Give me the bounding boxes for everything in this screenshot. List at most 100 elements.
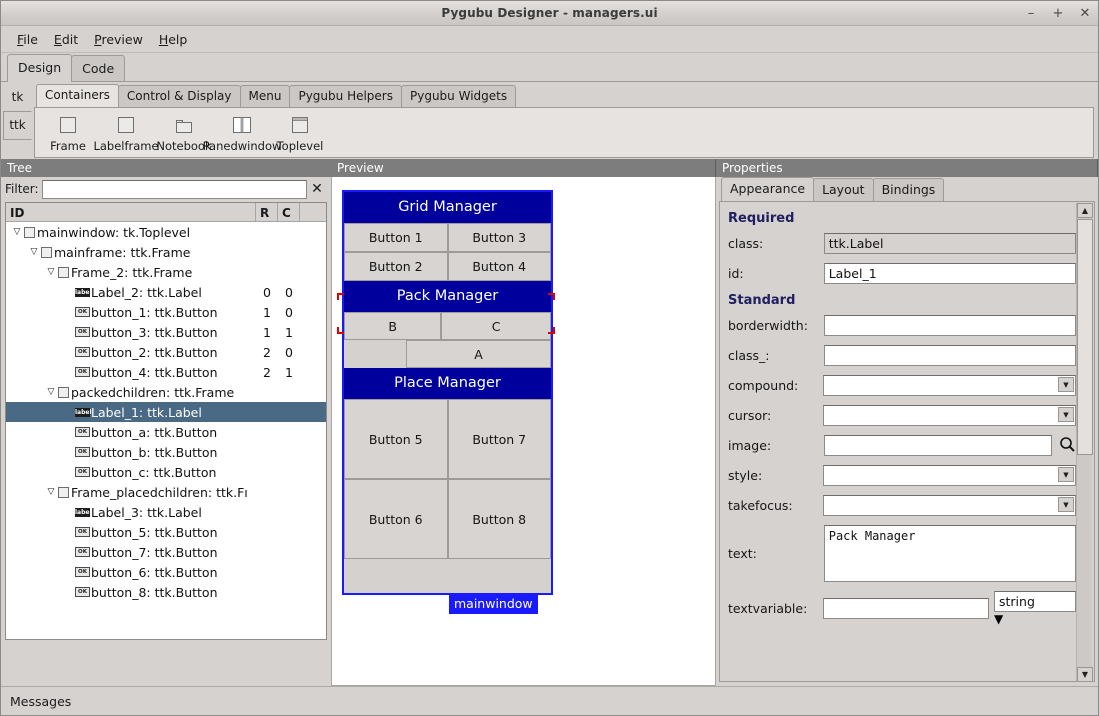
palette-tab-pygubu-widgets[interactable]: Pygubu Widgets — [401, 85, 517, 107]
tree-row[interactable]: OK button_1: ttk.Button 1 0 — [6, 302, 326, 322]
scrollbar-thumb[interactable] — [1077, 219, 1093, 455]
preview-button-1[interactable]: Button 1 — [344, 223, 448, 252]
property-input-textvariable[interactable] — [823, 598, 989, 619]
tab-appearance[interactable]: Appearance — [721, 177, 815, 201]
preview-pack-manager-label[interactable]: Pack Manager — [344, 281, 551, 312]
palette-tab-menu[interactable]: Menu — [239, 85, 291, 107]
properties-pane: Properties Appearance Layout Bindings Re… — [716, 159, 1098, 686]
tree-row[interactable]: ▽ mainwindow: tk.Toplevel — [6, 222, 326, 242]
tree-row[interactable]: ▽ Frame_placedchildren: ttk.Fı — [6, 482, 326, 502]
menu-preview[interactable]: Preview — [86, 29, 151, 50]
palette-item-labelframe[interactable]: Labelframe — [93, 112, 159, 153]
chevron-down-icon[interactable]: ▼ — [994, 612, 1076, 626]
property-input-borderwidth[interactable] — [823, 315, 1076, 336]
selection-handle-bottom-right[interactable] — [548, 327, 555, 334]
chevron-down-icon[interactable]: ▼ — [1058, 497, 1074, 512]
property-combo-takefocus[interactable]: ▼ — [823, 495, 1076, 516]
tree-row[interactable]: OK button_4: ttk.Button 2 1 — [6, 362, 326, 382]
search-icon[interactable] — [1059, 436, 1076, 456]
chevron-down-icon[interactable]: ▽ — [44, 487, 58, 497]
menu-edit[interactable]: Edit — [46, 29, 86, 50]
chevron-down-icon[interactable]: ▼ — [1058, 377, 1074, 392]
tree-row[interactable]: OK button_6: ttk.Button — [6, 562, 326, 582]
tab-bindings[interactable]: Bindings — [872, 178, 945, 201]
tree-row[interactable]: label Label_3: ttk.Label — [6, 502, 326, 522]
preview-button-c[interactable]: C — [441, 312, 551, 340]
tree-row[interactable]: OK button_c: ttk.Button — [6, 462, 326, 482]
preview-toplevel-mainwindow[interactable]: Grid Manager Button 1 Button 3 Button 2 … — [342, 190, 553, 595]
palette-item-toplevel[interactable]: Toplevel — [271, 112, 329, 153]
preview-button-4[interactable]: Button 4 — [447, 252, 551, 281]
preview-button-8[interactable]: Button 8 — [447, 479, 551, 559]
preview-button-2[interactable]: Button 2 — [344, 252, 448, 281]
preview-button-5[interactable]: Button 5 — [344, 399, 448, 479]
chevron-down-icon[interactable]: ▽ — [27, 247, 41, 257]
tree-row[interactable]: OK button_7: ttk.Button — [6, 542, 326, 562]
properties-scrollbar[interactable]: ▲ ▼ — [1076, 203, 1093, 681]
tree-row[interactable]: OK button_b: ttk.Button — [6, 442, 326, 462]
tree-col-c[interactable]: C — [278, 203, 300, 221]
maximize-icon[interactable]: + — [1051, 7, 1065, 21]
preview-pack-row-1: B C — [344, 312, 551, 340]
preview-window-tag[interactable]: mainwindow — [449, 594, 538, 614]
tree-row[interactable]: label Label_1: ttk.Label — [6, 402, 326, 422]
palette-side-tab-ttk[interactable]: ttk — [3, 111, 32, 140]
selection-handle-top-left[interactable] — [337, 293, 344, 300]
tree-col-r[interactable]: R — [256, 203, 278, 221]
chevron-down-icon[interactable]: ▼ — [1058, 407, 1074, 422]
clear-filter-icon[interactable]: ✕ — [307, 181, 327, 197]
palette-tab-pygubu-helpers[interactable]: Pygubu Helpers — [289, 85, 402, 107]
chevron-down-icon[interactable]: ▽ — [44, 267, 58, 277]
tab-design[interactable]: Design — [7, 54, 73, 82]
tree-row[interactable]: ▽ packedchildren: ttk.Frame — [6, 382, 326, 402]
tree-row[interactable]: OK button_2: ttk.Button 2 0 — [6, 342, 326, 362]
preview-button-a[interactable]: A — [406, 340, 551, 368]
property-input-id[interactable]: Label_1 — [823, 263, 1076, 284]
preview-button-6[interactable]: Button 6 — [344, 479, 448, 559]
tree-row[interactable]: ▽ mainframe: ttk.Frame — [6, 242, 326, 262]
preview-canvas[interactable]: Grid Manager Button 1 Button 3 Button 2 … — [331, 177, 716, 686]
chevron-down-icon[interactable]: ▽ — [10, 227, 24, 237]
property-input-class-underscore[interactable] — [823, 345, 1076, 366]
tab-code[interactable]: Code — [71, 55, 126, 82]
tree-view[interactable]: ID R C ▽ mainwindow: tk.Toplevel ▽ mainfram… — [5, 202, 327, 640]
selection-handle-top-right[interactable] — [548, 293, 555, 300]
property-value-compound — [823, 375, 1076, 396]
property-textarea-text[interactable]: Pack Manager — [823, 525, 1076, 582]
tree-row[interactable]: OK button_a: ttk.Button — [6, 422, 326, 442]
tree-col-id[interactable]: ID — [6, 203, 256, 221]
tab-layout[interactable]: Layout — [813, 178, 874, 201]
selection-handle-bottom-left[interactable] — [337, 327, 344, 334]
property-input-image[interactable] — [824, 435, 1052, 456]
tree-filter-input[interactable] — [41, 179, 307, 199]
preview-grid-manager-label[interactable]: Grid Manager — [344, 192, 551, 223]
minimize-icon[interactable]: – — [1024, 7, 1038, 21]
close-icon[interactable]: ✕ — [1078, 7, 1092, 21]
palette-tab-containers[interactable]: Containers — [36, 84, 119, 107]
menu-file[interactable]: File — [9, 29, 46, 50]
panes-container: Tree Filter: ✕ ID R C ▽ mainwindow: tk.To… — [1, 159, 1098, 686]
palette-item-panedwindow[interactable]: Panedwindow — [203, 112, 281, 153]
tree-row-c: 0 — [285, 284, 293, 300]
preview-place-manager-label[interactable]: Place Manager — [344, 368, 551, 399]
tree-row[interactable]: ▽ Frame_2: ttk.Frame — [6, 262, 326, 282]
palette-side-tab-tk[interactable]: tk — [3, 84, 32, 111]
property-combo-textvariable-type[interactable]: string ▼ — [994, 591, 1076, 626]
property-combo-compound[interactable]: ▼ — [823, 375, 1076, 396]
chevron-down-icon[interactable]: ▼ — [1058, 467, 1074, 482]
preview-button-3[interactable]: Button 3 — [447, 223, 551, 252]
tree-row[interactable]: OK button_8: ttk.Button — [6, 582, 326, 602]
menu-help[interactable]: Help — [151, 29, 196, 50]
palette-tab-control-display[interactable]: Control & Display — [117, 85, 241, 107]
tree-row[interactable]: OK button_5: ttk.Button — [6, 522, 326, 542]
property-combo-cursor[interactable]: ▼ — [823, 405, 1076, 426]
tree-row[interactable]: OK button_3: ttk.Button 1 1 — [6, 322, 326, 342]
palette-item-frame[interactable]: Frame — [39, 112, 97, 153]
property-combo-style[interactable]: ▼ — [823, 465, 1076, 486]
scroll-down-icon[interactable]: ▼ — [1077, 667, 1093, 681]
tree-row[interactable]: label Label_2: ttk.Label 0 0 — [6, 282, 326, 302]
chevron-down-icon[interactable]: ▽ — [44, 387, 58, 397]
scroll-up-icon[interactable]: ▲ — [1077, 203, 1093, 218]
preview-button-b[interactable]: B — [344, 312, 442, 340]
preview-button-7[interactable]: Button 7 — [447, 399, 551, 479]
